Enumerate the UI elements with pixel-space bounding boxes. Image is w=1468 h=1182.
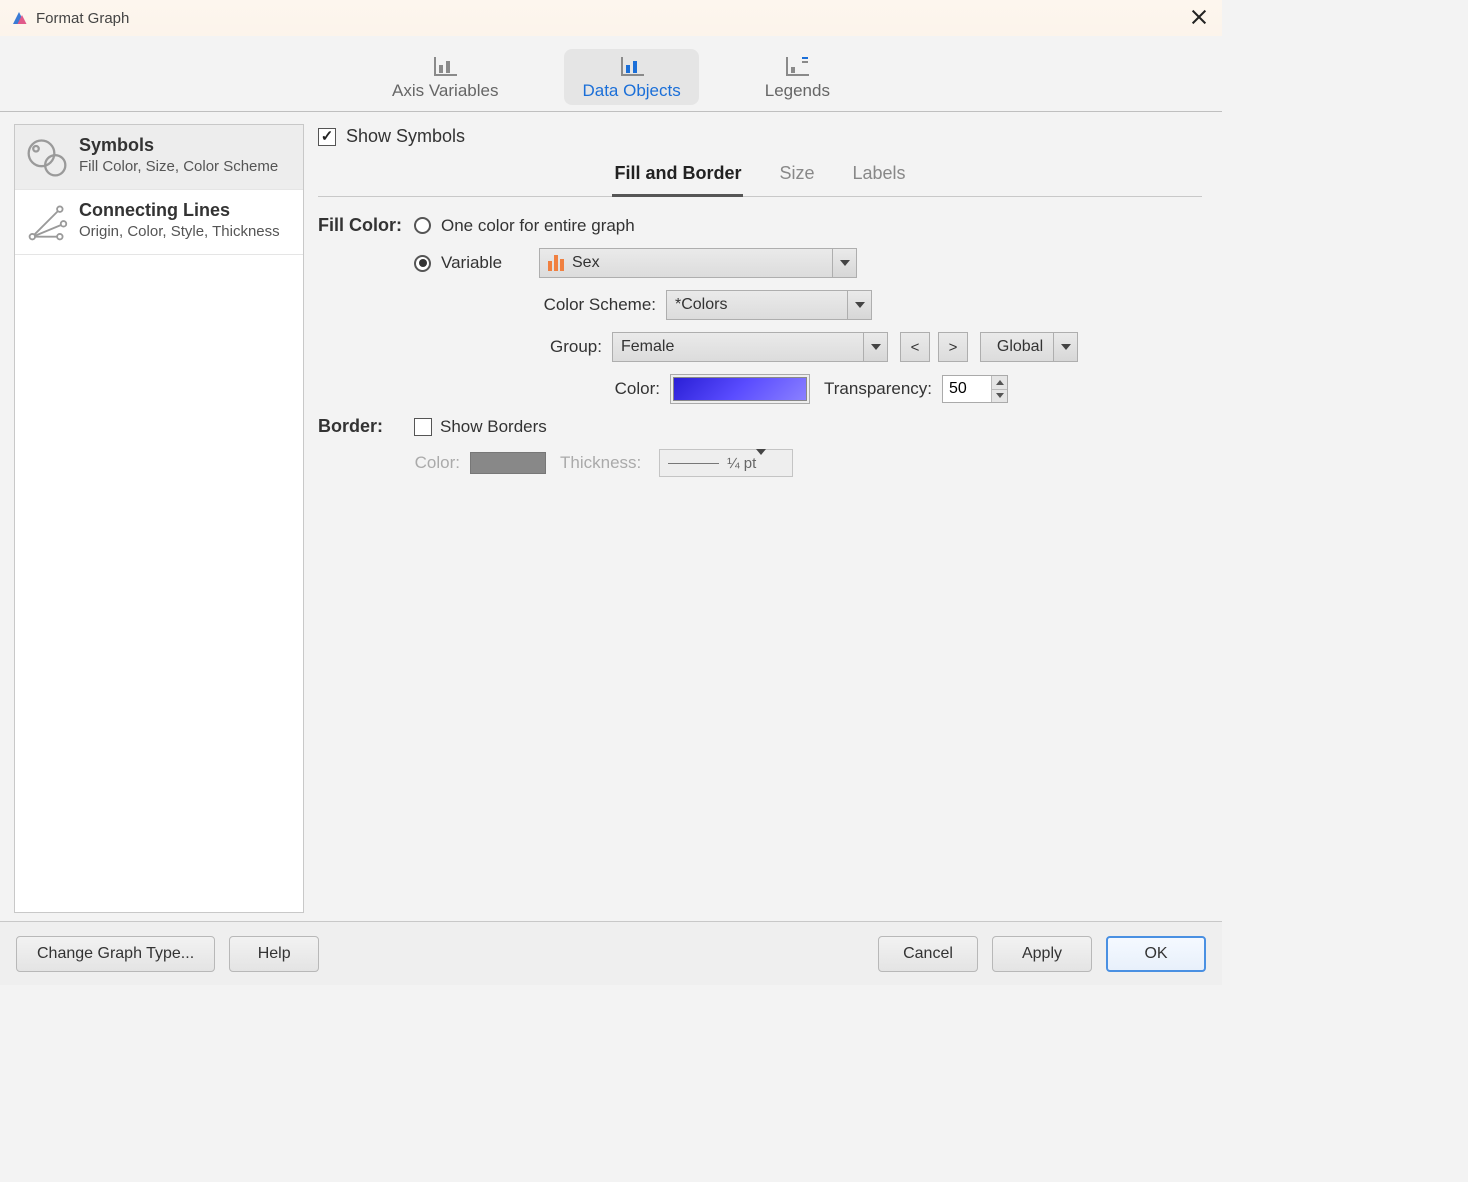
close-button[interactable] xyxy=(1190,8,1208,26)
main-tabstrip: Axis Variables Data Objects Legends xyxy=(0,36,1222,112)
chevron-down-icon xyxy=(847,291,871,319)
dialog-footer: Change Graph Type... Help Cancel Apply O… xyxy=(0,921,1222,985)
cancel-button[interactable]: Cancel xyxy=(878,936,978,972)
category-sidebar: Symbols Fill Color, Size, Color Scheme C… xyxy=(14,124,304,913)
group-dropdown[interactable]: Female xyxy=(612,332,888,362)
chevron-down-icon xyxy=(1053,333,1077,361)
transparency-spinner[interactable] xyxy=(942,375,1008,403)
border-section-label: Border: xyxy=(318,416,414,437)
chevron-down-icon xyxy=(863,333,887,361)
chevron-down-icon xyxy=(832,249,856,277)
sidebar-item-symbols[interactable]: Symbols Fill Color, Size, Color Scheme xyxy=(15,125,303,190)
group-scope-dropdown[interactable]: Global xyxy=(980,332,1078,362)
spinner-down-button[interactable] xyxy=(991,390,1007,403)
group-label: Group: xyxy=(542,337,612,357)
title-bar: Format Graph xyxy=(0,0,1222,36)
variable-dropdown[interactable]: Sex xyxy=(539,248,857,278)
app-logo-icon xyxy=(10,9,28,27)
group-next-button[interactable]: > xyxy=(938,332,968,362)
show-symbols-checkbox[interactable] xyxy=(318,128,336,146)
show-symbols-label: Show Symbols xyxy=(346,126,465,147)
help-button[interactable]: Help xyxy=(229,936,319,972)
border-color-label: Color: xyxy=(414,453,470,473)
radio-variable-label: Variable xyxy=(441,253,521,273)
subtab-fill-and-border[interactable]: Fill and Border xyxy=(612,159,743,197)
tab-data-objects[interactable]: Data Objects xyxy=(564,49,698,105)
sidebar-item-connecting-lines[interactable]: Connecting Lines Origin, Color, Style, T… xyxy=(15,190,303,255)
change-graph-type-button[interactable]: Change Graph Type... xyxy=(16,936,215,972)
show-borders-checkbox[interactable] xyxy=(414,418,432,436)
connecting-lines-icon xyxy=(25,200,69,244)
subtab-size[interactable]: Size xyxy=(777,159,816,196)
chart-data-icon xyxy=(619,55,645,77)
thickness-label: Thickness: xyxy=(560,453,651,473)
subtab-strip: Fill and Border Size Labels xyxy=(318,159,1202,197)
color-label: Color: xyxy=(612,379,670,399)
window-title: Format Graph xyxy=(36,10,129,27)
tab-legends[interactable]: Legends xyxy=(747,49,848,105)
tab-axis-variables[interactable]: Axis Variables xyxy=(374,49,516,105)
subtab-labels[interactable]: Labels xyxy=(850,159,907,196)
ok-button[interactable]: OK xyxy=(1106,936,1206,972)
radio-one-color-label: One color for entire graph xyxy=(441,216,635,236)
content-pane: Show Symbols Fill and Border Size Labels… xyxy=(316,124,1208,913)
chevron-down-icon xyxy=(756,455,766,472)
transparency-label: Transparency: xyxy=(824,379,942,399)
group-prev-button[interactable]: < xyxy=(900,332,930,362)
categorical-variable-icon xyxy=(548,255,564,271)
fill-color-section-label: Fill Color: xyxy=(318,215,414,236)
symbols-icon xyxy=(25,135,69,179)
apply-button[interactable]: Apply xyxy=(992,936,1092,972)
radio-variable[interactable] xyxy=(414,255,431,272)
line-preview-icon xyxy=(668,463,719,464)
border-color-swatch xyxy=(470,452,546,474)
thickness-dropdown: ¼ pt xyxy=(659,449,793,477)
color-scheme-label: Color Scheme: xyxy=(542,295,666,315)
spinner-up-button[interactable] xyxy=(991,376,1007,390)
radio-one-color[interactable] xyxy=(414,217,431,234)
chart-axis-icon xyxy=(432,55,458,77)
show-borders-label: Show Borders xyxy=(440,417,547,437)
chart-legend-icon xyxy=(784,55,810,77)
color-scheme-dropdown[interactable]: *Colors xyxy=(666,290,872,320)
fill-color-swatch[interactable] xyxy=(673,377,807,401)
